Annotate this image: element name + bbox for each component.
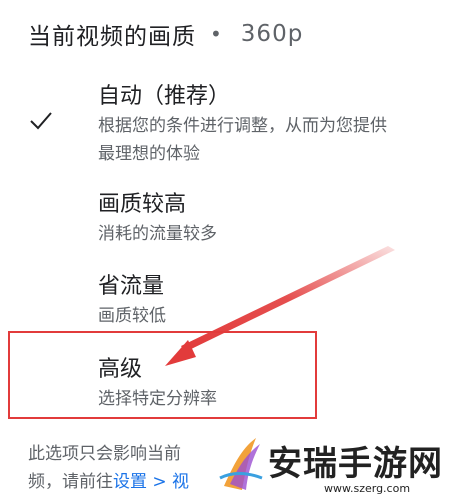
option-auto-desc-line1: 根据您的条件进行调整，从而为您提供 xyxy=(98,116,387,136)
settings-link[interactable]: 设置 > 视 xyxy=(113,472,189,492)
option-data-saver-title: 省流量 xyxy=(98,274,165,299)
check-icon xyxy=(30,112,52,130)
option-data-saver-desc: 画质较低 xyxy=(98,306,166,326)
option-auto-title: 自动（推荐） xyxy=(98,84,231,109)
option-auto[interactable]: 自动（推荐） 根据您的条件进行调整，从而为您提供 最理想的体验 xyxy=(98,82,445,168)
watermark-url: www.szerg.com xyxy=(324,482,411,495)
option-data-saver[interactable]: 省流量 画质较低 xyxy=(98,272,445,330)
video-quality-menu: 当前视频的画质 • 360p 自动（推荐） 根据您的条件进行调整，从而为您提供 … xyxy=(0,0,457,500)
option-high-quality-title: 画质较高 xyxy=(98,192,187,217)
red-arrow-annotation xyxy=(165,246,395,366)
site-watermark: 安瑞手游网 www.szerg.com xyxy=(206,432,457,500)
option-auto-desc-line2: 最理想的体验 xyxy=(98,144,200,164)
watermark-brand: 安瑞手游网 xyxy=(268,444,443,484)
annotation-highlight-box xyxy=(8,331,317,419)
header-label: 当前视频的画质 xyxy=(28,24,196,50)
quality-header: 当前视频的画质 • 360p xyxy=(28,14,447,54)
header-separator: • xyxy=(210,22,223,46)
current-quality-value: 360p xyxy=(240,21,304,47)
watermark-logo-icon xyxy=(219,438,263,490)
option-high-quality[interactable]: 画质较高 消耗的流量较多 xyxy=(98,190,445,248)
footer-line2-text: 频，请前往 xyxy=(28,472,113,492)
option-high-quality-desc: 消耗的流量较多 xyxy=(98,224,217,244)
